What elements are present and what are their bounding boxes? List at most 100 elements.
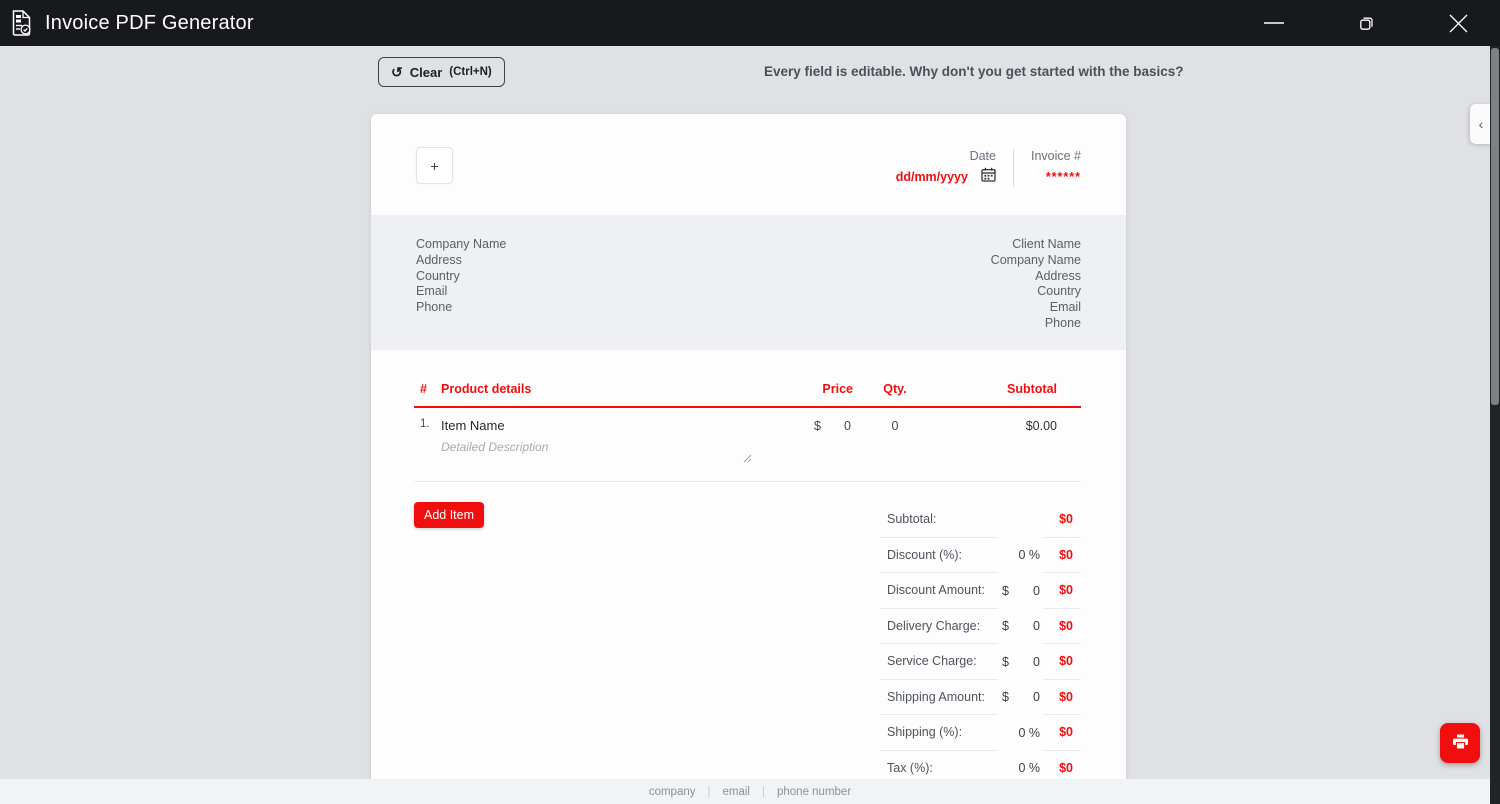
invoice-header: + Date dd/mm/yyyy Invoice # ****** [371, 114, 1126, 215]
currency-symbol: $ [1002, 690, 1009, 705]
item-qty-input[interactable]: 0 [860, 419, 930, 433]
invoice-document-icon [10, 9, 33, 37]
client-name-field[interactable]: Client Name [991, 237, 1081, 253]
footer-phone-field[interactable]: phone number [777, 786, 851, 798]
minimize-button[interactable] [1251, 0, 1297, 46]
total-input-cell: $ 0 [998, 644, 1043, 680]
clear-button[interactable]: ↺ Clear (Ctrl+N) [378, 57, 505, 87]
total-amount: $0 [1043, 644, 1081, 680]
client-info: Client Name Company Name Address Country… [991, 237, 1081, 350]
total-input-cell [998, 502, 1043, 538]
currency-symbol: $ [1002, 619, 1009, 634]
total-label: Discount (%): [880, 538, 998, 573]
total-value-input[interactable]: 0 [1033, 655, 1040, 669]
total-row-discount-pct: Discount (%): 0 % $0 [880, 538, 1081, 574]
total-value-input[interactable]: 0 % [1018, 761, 1040, 775]
print-button[interactable] [1440, 723, 1480, 763]
total-label: Service Charge: [880, 644, 998, 680]
date-block: Date dd/mm/yyyy [896, 149, 996, 187]
total-value-input[interactable]: 0 % [1018, 726, 1040, 740]
calendar-icon[interactable] [981, 167, 996, 187]
invoice-card: + Date dd/mm/yyyy Invoice # ****** Compa… [371, 114, 1126, 779]
total-value-input[interactable]: 0 % [1018, 548, 1040, 562]
total-value-input[interactable]: 0 [1033, 619, 1040, 633]
add-item-button[interactable]: Add Item [414, 502, 485, 528]
invoice-number-block: Invoice # ****** [1031, 149, 1081, 187]
app-window: Invoice PDF Generator ↺ Clear (Ctrl+N) E… [0, 0, 1500, 804]
chevron-left-icon: ‹ [1478, 116, 1484, 132]
date-label: Date [969, 149, 996, 163]
item-price-input[interactable]: 0 [844, 419, 851, 433]
plus-icon: + [430, 157, 439, 174]
total-amount: $0 [1043, 715, 1081, 751]
resize-corner-icon[interactable] [743, 450, 752, 468]
total-value-input[interactable]: 0 [1033, 690, 1040, 704]
total-input-cell: 0 % [998, 715, 1043, 751]
total-row-discount-amount: Discount Amount: $ 0 $0 [880, 573, 1081, 609]
client-company-field[interactable]: Company Name [991, 253, 1081, 269]
total-amount: $0 [1043, 680, 1081, 715]
company-email-field[interactable]: Email [416, 284, 506, 300]
total-input-cell: $ 0 [998, 609, 1043, 645]
item-name-input[interactable]: Item Name [441, 418, 810, 433]
invoice-meta: Date dd/mm/yyyy Invoice # ****** [896, 149, 1081, 187]
date-input[interactable]: dd/mm/yyyy [896, 170, 968, 184]
total-label: Discount Amount: [880, 573, 998, 609]
total-value-input[interactable]: 0 [1033, 584, 1040, 598]
footer-divider: | [707, 785, 711, 798]
company-phone-field[interactable]: Phone [416, 300, 506, 316]
titlebar: Invoice PDF Generator [0, 0, 1500, 46]
close-button[interactable] [1435, 0, 1481, 46]
company-country-field[interactable]: Country [416, 269, 506, 285]
items-table: # Product details Price Qty. Subtotal 1.… [371, 350, 1126, 779]
items-table-header: # Product details Price Qty. Subtotal [414, 350, 1081, 406]
total-input-cell: 0 % [998, 538, 1043, 574]
client-email-field[interactable]: Email [991, 300, 1081, 316]
item-description-input[interactable]: Detailed Description [441, 440, 748, 462]
total-amount: $0 [1043, 538, 1081, 573]
app-title: Invoice PDF Generator [45, 11, 254, 34]
client-address-field[interactable]: Address [991, 269, 1081, 285]
total-amount: $0 [1043, 609, 1081, 644]
side-panel-toggle[interactable]: ‹ [1470, 104, 1492, 144]
total-row-subtotal: Subtotal: $0 [880, 502, 1081, 538]
refresh-icon: ↺ [391, 63, 403, 80]
total-label: Shipping Amount: [880, 680, 998, 715]
total-row-shipping-amount: Shipping Amount: $ 0 $0 [880, 680, 1081, 715]
clear-button-shortcut: (Ctrl+N) [449, 66, 492, 78]
editable-hint-text: Every field is editable. Why don't you g… [764, 64, 1184, 79]
total-row-delivery-charge: Delivery Charge: $ 0 $0 [880, 609, 1081, 645]
item-row-grid: 1. Item Name $ 0 0 $0.00 [414, 418, 1081, 433]
col-header-details: Product details [441, 382, 532, 396]
totals-panel: Subtotal: $0 Discount (%): 0 % $0 Discou… [880, 502, 1081, 779]
currency-symbol: $ [814, 418, 821, 433]
clear-button-label: Clear [409, 64, 443, 80]
client-country-field[interactable]: Country [991, 284, 1081, 300]
total-label: Shipping (%): [880, 715, 998, 751]
footer-company-field[interactable]: company [649, 786, 696, 798]
restore-button[interactable] [1343, 0, 1389, 46]
scrollbar-track[interactable] [1490, 46, 1500, 804]
currency-symbol: $ [1002, 583, 1009, 598]
company-address-field[interactable]: Address [416, 253, 506, 269]
item-subtotal-value: $0.00 [1025, 418, 1057, 433]
item-row: 1. Item Name $ 0 0 $0.00 Detailed Descri… [414, 408, 1081, 482]
col-header-subtotal: Subtotal [1007, 382, 1057, 396]
company-name-field[interactable]: Company Name [416, 237, 506, 253]
footer-email-field[interactable]: email [723, 786, 750, 798]
total-amount: $0 [1043, 502, 1081, 538]
window-controls [1251, 0, 1481, 46]
table-actions: Add Item Subtotal: $0 Discount (%): 0 % … [414, 502, 1081, 779]
add-logo-button[interactable]: + [416, 147, 453, 184]
invoice-footer: company | email | phone number [0, 779, 1500, 804]
total-amount: $0 [1059, 761, 1073, 776]
total-input-cell: $ 0 [998, 573, 1043, 609]
col-header-qty: Qty. [883, 382, 907, 396]
scrollbar-thumb[interactable] [1491, 48, 1499, 405]
client-phone-field[interactable]: Phone [991, 316, 1081, 332]
date-row: dd/mm/yyyy [896, 167, 996, 187]
total-label: Delivery Charge: [880, 609, 998, 644]
total-input-cell: 0 % [998, 751, 1043, 780]
total-label: Subtotal: [880, 502, 998, 538]
invoice-number-input[interactable]: ****** [1046, 170, 1081, 184]
